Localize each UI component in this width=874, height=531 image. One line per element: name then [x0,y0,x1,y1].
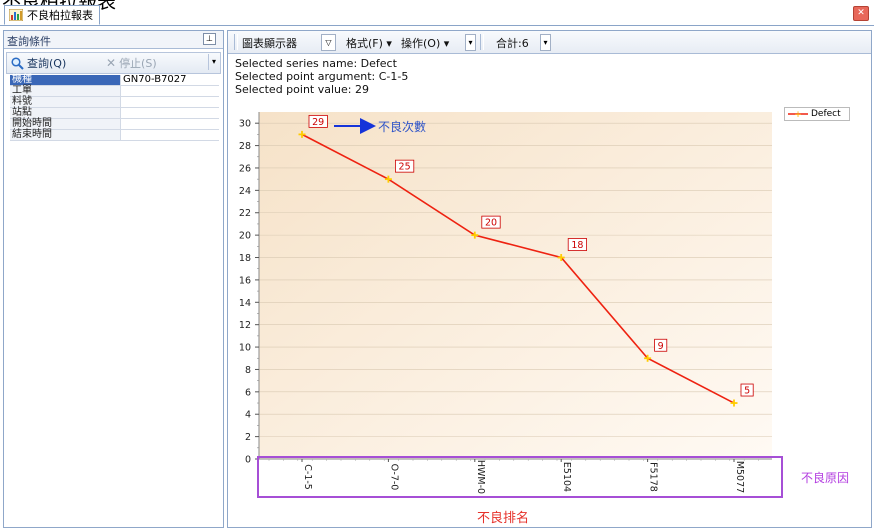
reason-highlight-box [257,456,783,498]
y-tick-label: 14 [239,298,251,309]
y-tick-label: 30 [239,119,251,130]
x-axis: C-1-5 O-7-0 HWM-0 E5104 F5178 M5077 [259,458,772,494]
data-label: 5 [744,386,750,397]
x-tick-label: O-7-0 [388,464,399,491]
y-tick-label: 24 [239,186,251,197]
y-tick-label: 22 [239,208,251,219]
data-label: 29 [312,117,324,128]
y-tick-label: 16 [239,275,251,286]
y-tick-label: 20 [239,231,251,242]
annotation-defect-reason: 不良原因 [801,471,850,485]
plot-area [259,112,772,459]
x-tick-label: C-1-5 [302,464,313,490]
data-label: 20 [485,218,497,229]
x-tick-label: F5178 [648,462,659,492]
y-tick-label: 2 [245,432,251,443]
y-tick-label: 6 [245,387,251,398]
data-label: 25 [399,162,411,173]
pareto-chart: 024681012141618202224262830 2925201895 C… [239,112,783,498]
y-tick-label: 0 [245,455,251,466]
annotation-defect-rank: 不良排名 [477,511,530,526]
annotation-defect-count: 不良次數 [378,120,427,134]
y-tick-label: 8 [245,365,251,376]
y-tick-label: 4 [245,410,251,421]
x-tick-label: E5104 [561,462,572,492]
data-label: 9 [658,341,664,352]
y-tick-label: 26 [239,163,251,174]
y-tick-label: 18 [239,253,251,264]
y-tick-label: 28 [239,141,251,152]
x-tick-label: M5077 [734,461,745,493]
x-tick-label: HWM-0 [475,460,486,494]
y-tick-label: 12 [239,320,251,331]
data-label: 18 [571,240,583,251]
y-axis: 024681012141618202224262830 [239,112,260,466]
y-tick-label: 10 [239,343,251,354]
